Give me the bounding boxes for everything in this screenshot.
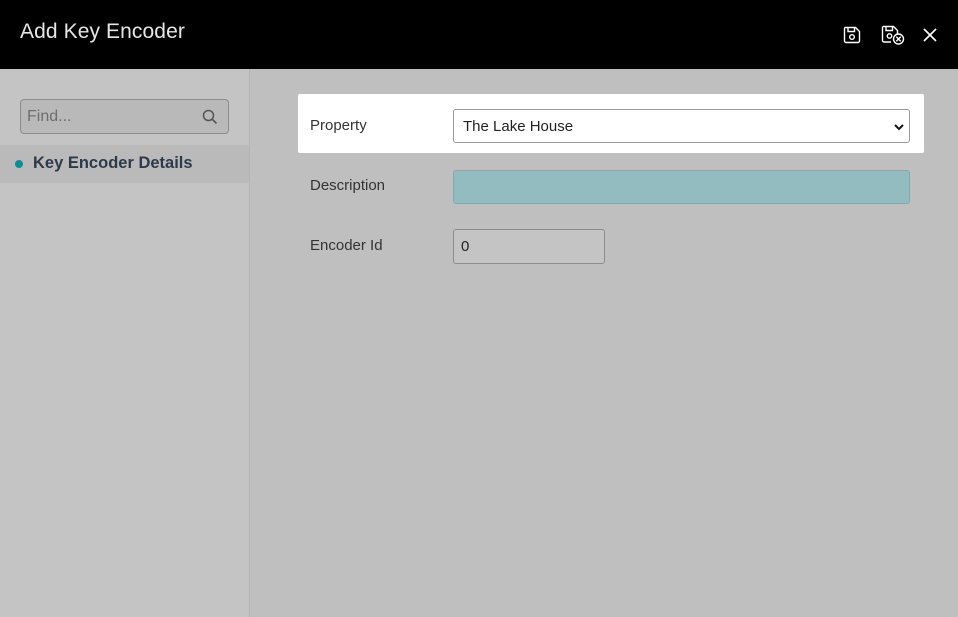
save-icon [843, 26, 861, 44]
sidebar-item-key-encoder-details[interactable]: Key Encoder Details [0, 145, 249, 183]
property-select[interactable]: The Lake House [453, 109, 910, 143]
property-selected-value: The Lake House [463, 118, 574, 135]
close-icon [923, 28, 937, 42]
chevron-down-icon [894, 124, 904, 131]
find-box [20, 99, 229, 134]
active-dot-icon [15, 160, 23, 168]
page-title: Add Key Encoder [20, 20, 185, 43]
save-close-icon [881, 25, 905, 45]
main-form: Property The Lake House Description Enco… [250, 69, 958, 617]
property-label: Property [310, 117, 367, 134]
description-label: Description [310, 177, 386, 194]
save-and-close-button[interactable] [880, 22, 906, 48]
encoder-id-field[interactable]: 0 [453, 229, 605, 264]
sidebar: Key Encoder Details [0, 69, 249, 617]
search-icon[interactable] [202, 109, 218, 125]
description-field[interactable] [453, 170, 910, 204]
encoder-id-label: Encoder Id [310, 237, 383, 254]
encoder-id-value: 0 [461, 238, 470, 255]
save-button[interactable] [839, 22, 865, 48]
find-input[interactable] [21, 100, 196, 133]
close-button[interactable] [917, 22, 943, 48]
window-header: Add Key Encoder [0, 0, 958, 69]
sidebar-item-label: Key Encoder Details [33, 154, 193, 172]
